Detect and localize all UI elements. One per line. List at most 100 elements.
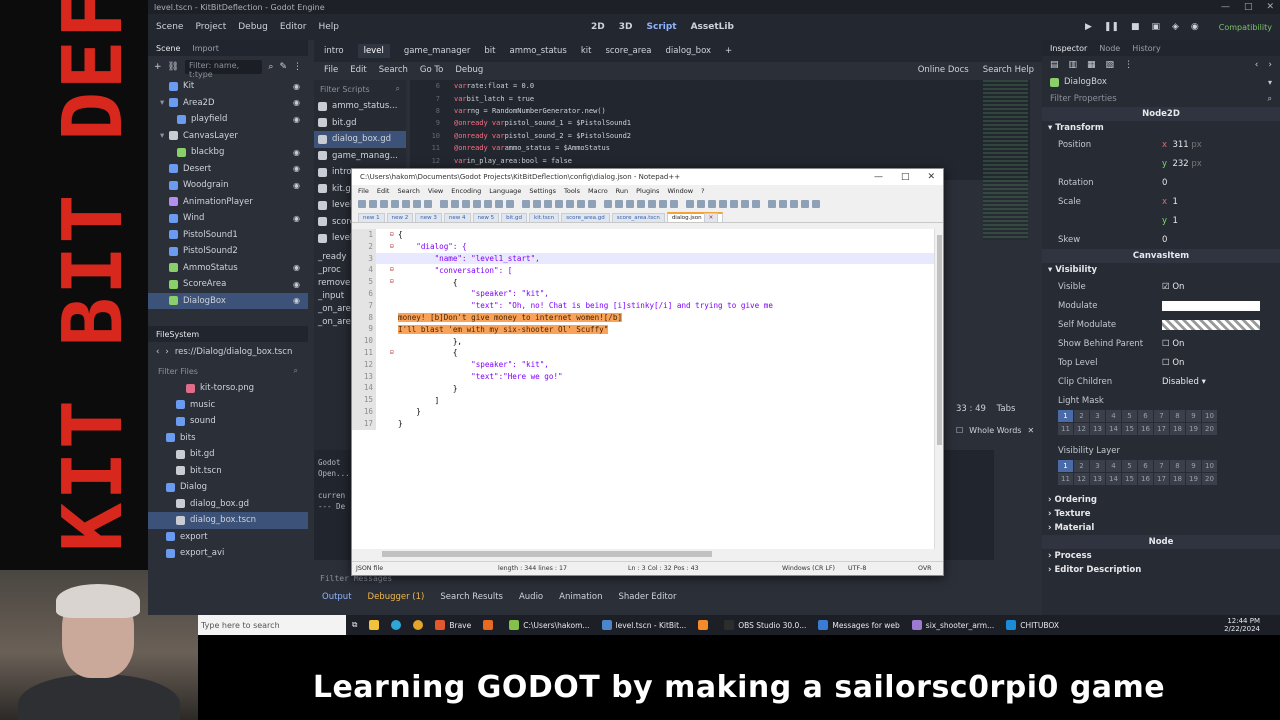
file-explorer-icon[interactable] [363,615,385,635]
fold-marker-icon[interactable] [376,406,398,418]
gdscript-code-editor[interactable]: 6 var rate:float = 0.0 7 var bit_latch = tr… [410,80,1030,180]
fold-marker-icon[interactable] [376,359,398,371]
layer-bit[interactable]: 10 [1202,460,1217,472]
notepad-text-editor[interactable]: 1 ⊟{2 ⊟ "dialog": {3 "name": "level1_start… [352,229,936,549]
visibility-layer-grid[interactable]: 1 2 3 4 5 6 7 8 9 10 11 12 13 14 15 16 17 18 19 20 [1058,460,1280,485]
script-filter-input[interactable]: Filter Scripts ⌕ [314,80,406,98]
fold-marker-icon[interactable] [376,312,398,324]
scene-tree-node[interactable]: ▾ CanvasLayer [148,128,308,145]
toolbar-button-icon[interactable] [768,200,776,208]
layer-bit[interactable]: 4 [1106,410,1121,422]
section-material[interactable]: › Material [1042,521,1280,535]
section-editor-description[interactable]: › Editor Description [1042,563,1280,577]
editor-tab-score_area[interactable]: score_area [605,46,651,56]
bottom-tab[interactable]: Animation [559,592,602,602]
tab-import[interactable]: Import [192,44,219,53]
notepad-horizontal-scrollbar[interactable] [352,549,936,559]
forward-icon[interactable]: › [165,347,168,357]
layer-bit[interactable]: 3 [1090,460,1105,472]
toolbar-button-icon[interactable] [670,200,678,208]
toolbar-button-icon[interactable] [451,200,459,208]
filesystem-item[interactable]: bit.tscn [148,463,308,480]
menu-debug[interactable]: Debug [238,22,268,32]
toolbar-button-icon[interactable] [730,200,738,208]
toolbar-button-icon[interactable] [659,200,667,208]
toolbar-button-icon[interactable] [473,200,481,208]
fold-marker-icon[interactable]: ⊟ [376,241,398,253]
notepad-file-tab[interactable]: new 3 [415,213,442,222]
toolbar-button-icon[interactable] [615,200,623,208]
inspected-object[interactable]: DialogBox ▾ [1042,74,1280,91]
scene-tree-node[interactable]: ScoreArea ◉ [148,276,308,293]
workspace-3d[interactable]: 3D [619,22,633,32]
editor-tab-kit[interactable]: kit [581,46,592,56]
toolbar-button-icon[interactable] [358,200,366,208]
layer-bit[interactable]: 16 [1138,473,1153,485]
toolbar-button-icon[interactable] [544,200,552,208]
layer-bit[interactable]: 6 [1138,460,1153,472]
stop-icon[interactable]: ■ [1131,22,1140,32]
fold-marker-icon[interactable]: ⊟ [376,347,398,359]
add-tab-icon[interactable]: + [725,46,732,56]
tab-filesystem[interactable]: FileSystem [156,330,199,339]
toolbar-button-icon[interactable] [686,200,694,208]
clip-children-dropdown[interactable]: Disabled ▾ [1162,377,1206,387]
script-menu-debug[interactable]: Debug [455,65,483,75]
toolbar-button-icon[interactable] [588,200,596,208]
task-view-icon[interactable]: ⧉ [346,615,363,635]
notepad-file-tab[interactable]: new 2 [386,213,414,222]
fold-marker-icon[interactable]: ⊟ [376,276,398,288]
script-menu-file[interactable]: File [324,65,338,75]
taskbar-app[interactable]: level.tscn - KitBit... [596,615,693,635]
notepad-menu-item[interactable]: Run [616,187,628,195]
play-scene-icon[interactable]: ▣ [1151,22,1160,32]
minimize-icon[interactable]: — [874,172,883,182]
toolbar-button-icon[interactable] [413,200,421,208]
play-icon[interactable]: ▶ [1085,22,1092,32]
load-resource-icon[interactable]: ▥ [1069,60,1078,70]
back-icon[interactable]: ‹ [156,347,159,357]
layer-bit[interactable]: 14 [1106,473,1121,485]
layer-bit[interactable]: 12 [1074,473,1089,485]
fold-marker-icon[interactable] [376,288,398,300]
notepad-vertical-scrollbar[interactable] [934,229,943,549]
modulate-color-swatch[interactable] [1162,300,1260,311]
filesystem-item[interactable]: Dialog [148,479,308,496]
toolbar-button-icon[interactable] [812,200,820,208]
toolbar-button-icon[interactable] [577,200,585,208]
taskbar-app[interactable]: C:\Users\hakom... [503,615,595,635]
notepad-menu-item[interactable]: Search [397,187,419,195]
tab-history[interactable]: History [1132,44,1160,53]
layer-bit[interactable]: 20 [1202,473,1217,485]
script-menu-search[interactable]: Search [379,65,408,75]
scene-tree-node[interactable]: Wind ◉ [148,210,308,227]
notepad-file-tab[interactable]: score_area.tscn [611,213,665,222]
kebab-menu-icon[interactable]: ⋮ [293,62,302,72]
layer-bit[interactable]: 15 [1122,473,1137,485]
layer-bit[interactable]: 7 [1154,460,1169,472]
notepad-menu-item[interactable]: Encoding [451,187,481,195]
toolbar-button-icon[interactable] [648,200,656,208]
editor-tab-dialog_box[interactable]: dialog_box [666,46,712,56]
taskbar-app[interactable]: CHITUBOX [1000,615,1065,635]
self-modulate-color-swatch[interactable] [1162,319,1260,330]
notepad-menu-item[interactable]: Tools [564,187,580,195]
toolbar-button-icon[interactable] [801,200,809,208]
layer-bit[interactable]: 2 [1074,410,1089,422]
fold-marker-icon[interactable]: ⊟ [376,229,398,241]
eye-icon[interactable]: ◉ [293,181,300,190]
notepad-file-tab[interactable]: kit.tscn [529,213,560,222]
section-visibility[interactable]: ▾ Visibility [1042,263,1280,277]
layer-bit[interactable]: 10 [1202,410,1217,422]
taskbar-app[interactable]: Brave [429,615,477,635]
notepad-menu-item[interactable]: Plugins [636,187,659,195]
notepad-menu-item[interactable]: Window [667,187,693,195]
scene-tree-node[interactable]: PistolSound2 [148,243,308,260]
toolbar-button-icon[interactable] [566,200,574,208]
filesystem-item[interactable]: sound [148,413,308,430]
online-docs-button[interactable]: Online Docs [918,65,969,75]
layer-bit[interactable]: 19 [1186,423,1201,435]
maximize-icon[interactable]: □ [1244,2,1253,12]
toolbar-button-icon[interactable] [495,200,503,208]
filesystem-item[interactable]: dialog_box.gd [148,496,308,513]
